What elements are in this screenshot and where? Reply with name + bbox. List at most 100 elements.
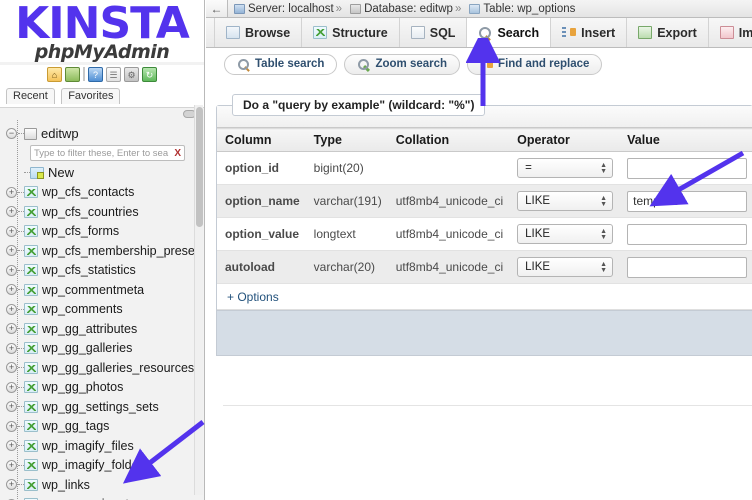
row-column-type: varchar(191) bbox=[306, 185, 388, 218]
value-input[interactable] bbox=[627, 158, 747, 179]
sidebar-item-wp-commentmeta[interactable]: +wp_commentmeta bbox=[0, 280, 204, 300]
tab-search[interactable]: Search bbox=[466, 18, 551, 47]
back-button[interactable]: ← bbox=[206, 0, 228, 17]
sidebar-mini-tabs: Recent Favorites bbox=[0, 86, 204, 107]
subtab-table-search[interactable]: Table search bbox=[224, 54, 337, 75]
stepper-icon: ▲▼ bbox=[600, 161, 607, 176]
row-column-collation bbox=[388, 152, 509, 185]
breadcrumb-database[interactable]: Database: editwp bbox=[364, 3, 453, 15]
help-icon[interactable]: ? bbox=[88, 67, 103, 82]
sidebar-item-wp-comments[interactable]: +wp_comments bbox=[0, 300, 204, 320]
expand-icon[interactable]: + bbox=[6, 245, 17, 256]
row-column-collation: utf8mb4_unicode_ci bbox=[388, 218, 509, 251]
sidebar-item-wp-gg-settings-sets[interactable]: +wp_gg_settings_sets bbox=[0, 397, 204, 417]
subtab-find-and-replace[interactable]: Find and replace bbox=[467, 54, 602, 75]
filter-input[interactable]: Type to filter these, Enter to sea X bbox=[30, 145, 185, 161]
expand-icon[interactable]: + bbox=[6, 343, 17, 354]
table-icon bbox=[24, 303, 38, 315]
row-column-name: option_value bbox=[217, 218, 306, 251]
expand-icon[interactable]: + bbox=[6, 362, 17, 373]
expand-icon[interactable]: + bbox=[6, 304, 17, 315]
expand-icon[interactable]: + bbox=[6, 440, 17, 451]
filter-placeholder: Type to filter these, Enter to sea bbox=[34, 148, 168, 159]
expand-icon[interactable]: + bbox=[6, 421, 17, 432]
sidebar-item-wp-cfs-membership-prese[interactable]: + wp_cfs_membership_prese bbox=[0, 241, 204, 261]
sidebar-item-wp-gg-tags[interactable]: +wp_gg_tags bbox=[0, 417, 204, 437]
row-operator-cell: LIKE▲▼ bbox=[509, 251, 619, 284]
operator-select[interactable]: LIKE▲▼ bbox=[517, 257, 613, 277]
tab-insert[interactable]: Insert bbox=[550, 18, 627, 47]
sidebar-item-label: wp_links bbox=[42, 478, 90, 492]
tab-export[interactable]: Export bbox=[626, 18, 709, 47]
sidebar-item-label: wp_cfs_statistics bbox=[42, 263, 136, 277]
sidebar-item-wp-gg-photos[interactable]: +wp_gg_photos bbox=[0, 378, 204, 398]
tab-import[interactable]: Import bbox=[708, 18, 752, 47]
sidebar-item-wp-gg-galleries-resources[interactable]: + wp_gg_galleries_resources bbox=[0, 358, 204, 378]
breadcrumb-table[interactable]: Table: wp_options bbox=[483, 3, 575, 15]
expand-icon[interactable]: + bbox=[6, 206, 17, 217]
tab-structure[interactable]: Structure bbox=[301, 18, 400, 47]
expand-icon[interactable]: + bbox=[6, 226, 17, 237]
operator-select[interactable]: = ▲▼ bbox=[517, 158, 613, 178]
options-toggle-link[interactable]: + Options bbox=[227, 290, 279, 304]
sidebar-item-wp-ms-snippets[interactable]: +wp_ms_snippets bbox=[0, 495, 204, 500]
table-icon bbox=[24, 225, 38, 237]
value-input[interactable] bbox=[627, 257, 747, 278]
operator-value: = bbox=[525, 162, 532, 174]
database-icon bbox=[24, 128, 37, 140]
tab-browse[interactable]: Browse bbox=[214, 18, 302, 47]
stepper-icon: ▲▼ bbox=[600, 194, 607, 209]
breadcrumb-server[interactable]: Server: localhost bbox=[248, 3, 334, 15]
sidebar-item-wp-imagify-folders[interactable]: +wp_imagify_folders bbox=[0, 456, 204, 476]
divider-icon bbox=[83, 67, 85, 81]
doc-icon[interactable]: ☰ bbox=[106, 67, 121, 82]
tree-node-database[interactable]: − editwp bbox=[0, 124, 204, 144]
main-content: ← Server: localhost » Database: editwp »… bbox=[206, 0, 752, 500]
sidebar-item-wp-gg-galleries[interactable]: +wp_gg_galleries bbox=[0, 339, 204, 359]
sidebar-item-label: wp_cfs_membership_prese bbox=[42, 244, 195, 258]
sidebar-item-wp-imagify-files[interactable]: +wp_imagify_files bbox=[0, 436, 204, 456]
tab-favorites[interactable]: Favorites bbox=[61, 88, 120, 104]
expand-icon[interactable]: + bbox=[6, 265, 17, 276]
sidebar-item-wp-cfs-countries[interactable]: +wp_cfs_countries bbox=[0, 202, 204, 222]
refresh-icon[interactable]: ↻ bbox=[142, 67, 157, 82]
scrollbar-thumb[interactable] bbox=[196, 107, 203, 227]
table-icon bbox=[24, 186, 38, 198]
server-icon[interactable] bbox=[65, 67, 80, 82]
row-column-type: bigint(20) bbox=[306, 152, 388, 185]
tab-label: Import bbox=[739, 26, 752, 40]
table-row: autoloadvarchar(20)utf8mb4_unicode_ciLIK… bbox=[217, 251, 752, 284]
expand-icon[interactable]: + bbox=[6, 323, 17, 334]
clear-filter-icon[interactable]: X bbox=[174, 148, 181, 159]
tab-sql[interactable]: SQL bbox=[399, 18, 468, 47]
subtab-zoom-search[interactable]: Zoom search bbox=[344, 54, 460, 75]
insert-icon bbox=[562, 26, 576, 39]
sidebar-item-wp-cfs-contacts[interactable]: +wp_cfs_contacts bbox=[0, 183, 204, 203]
expand-icon[interactable]: + bbox=[6, 187, 17, 198]
tree-node-label: editwp bbox=[41, 126, 79, 141]
gear-icon[interactable]: ⚙ bbox=[124, 67, 139, 82]
sidebar-item-wp-cfs-forms[interactable]: +wp_cfs_forms bbox=[0, 222, 204, 242]
operator-select[interactable]: LIKE▲▼ bbox=[517, 224, 613, 244]
table-icon bbox=[24, 479, 38, 491]
collapse-icon[interactable]: − bbox=[6, 128, 17, 139]
value-input[interactable] bbox=[627, 224, 747, 245]
value-input[interactable]: template bbox=[627, 191, 747, 212]
home-icon[interactable]: ⌂ bbox=[47, 67, 62, 82]
tree-node-new[interactable]: New bbox=[0, 163, 204, 183]
expand-icon[interactable]: + bbox=[6, 401, 17, 412]
expand-icon[interactable]: + bbox=[6, 460, 17, 471]
expand-icon[interactable]: + bbox=[6, 284, 17, 295]
search-subtab-bar: Table search Zoom search Find and replace bbox=[206, 48, 752, 76]
expand-icon[interactable]: + bbox=[6, 479, 17, 490]
operator-select[interactable]: LIKE▲▼ bbox=[517, 191, 613, 211]
header-operator: Operator bbox=[509, 129, 619, 152]
sidebar-item-wp-links[interactable]: + wp_links bbox=[0, 475, 204, 495]
sidebar-item-wp-cfs-statistics[interactable]: + wp_cfs_statistics bbox=[0, 261, 204, 281]
subtab-label: Zoom search bbox=[375, 58, 447, 70]
sidebar-scrollbar[interactable] bbox=[194, 105, 203, 495]
tab-recent[interactable]: Recent bbox=[6, 88, 55, 104]
sidebar-item-wp-gg-attributes[interactable]: +wp_gg_attributes bbox=[0, 319, 204, 339]
expand-icon[interactable]: + bbox=[6, 382, 17, 393]
sidebar-item-label: wp_gg_galleries_resources bbox=[42, 361, 194, 375]
